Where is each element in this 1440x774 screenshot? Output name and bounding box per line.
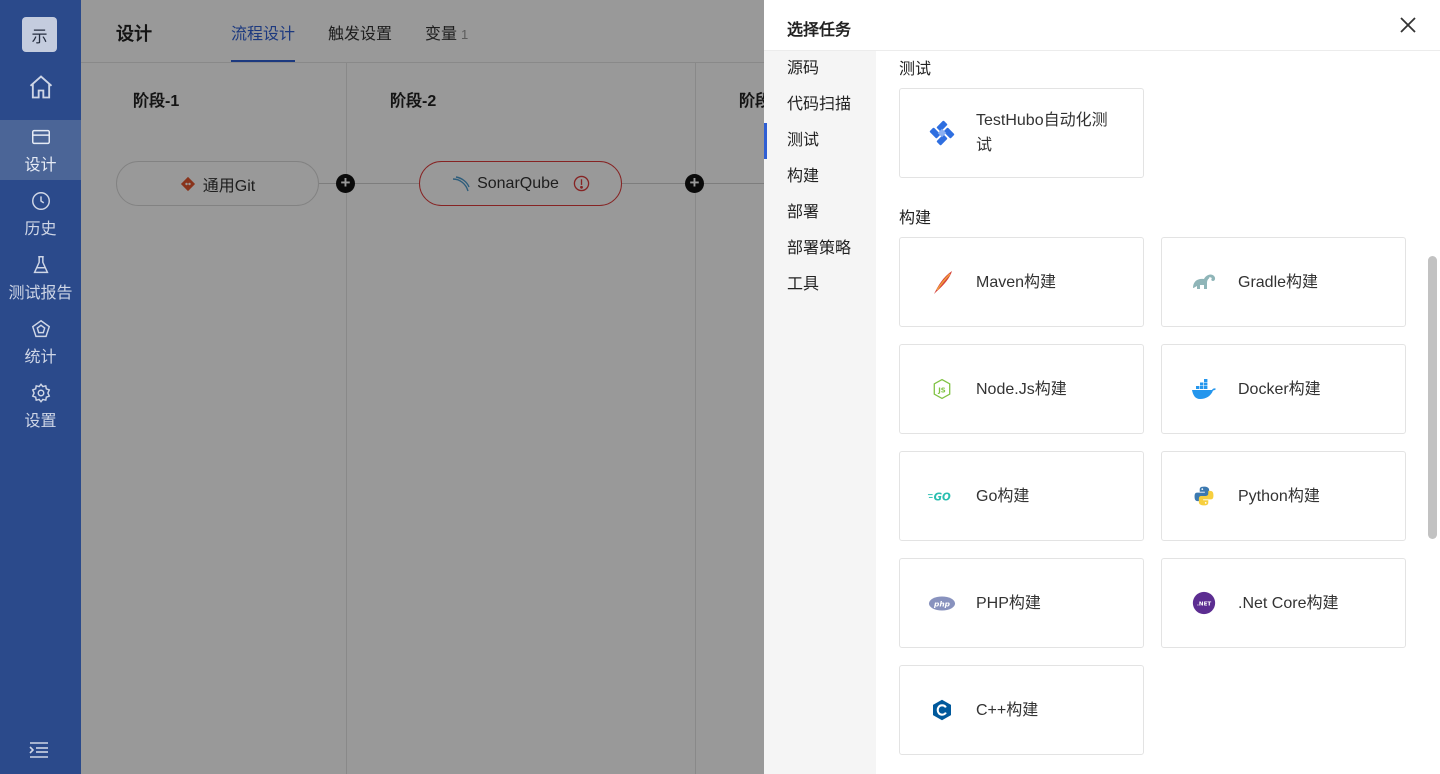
section-title: 构建: [899, 210, 932, 227]
task-card-go[interactable]: GO Go构建: [899, 451, 1144, 541]
task-card-label: Go构建: [976, 487, 1030, 505]
task-card-label: C++构建: [976, 701, 1039, 719]
section-title: 测试: [899, 61, 932, 78]
sidebar-item-design[interactable]: 设计: [0, 120, 81, 180]
task-card-label: Docker构建: [1238, 380, 1321, 398]
testhubo-icon: [926, 117, 958, 149]
category-list: 源码 代码扫描 测试 构建 部署 部署策略 工具: [764, 51, 876, 774]
category-test[interactable]: 测试: [764, 123, 876, 159]
cpp-icon: [926, 694, 958, 726]
task-card-dotnet[interactable]: .NET .Net Core构建: [1161, 558, 1406, 648]
category-tools[interactable]: 工具: [764, 267, 876, 303]
task-card-maven[interactable]: Maven构建: [899, 237, 1144, 327]
select-task-drawer: 选择任务 源码 代码扫描 测试 构建 部署 部署策略 工具 测试 TestHub…: [764, 0, 1440, 774]
flask-icon: [32, 255, 49, 273]
pentagon-icon: [31, 319, 50, 337]
app-logo[interactable]: 示: [22, 17, 57, 52]
category-source[interactable]: 源码: [764, 51, 876, 87]
maven-icon: [926, 266, 958, 298]
task-card-label: Maven构建: [976, 273, 1057, 291]
task-card-nodejs[interactable]: JS Node.Js构建: [899, 344, 1144, 434]
task-card-label: PHP构建: [976, 594, 1041, 612]
sidebar: 示 设计 历史 测试报告 统计 设置: [0, 0, 81, 774]
sidebar-item-label: 测试报告: [8, 284, 73, 302]
svg-text:JS: JS: [937, 386, 946, 394]
svg-text:GO: GO: [934, 491, 951, 503]
go-icon: GO: [926, 480, 958, 512]
nodejs-icon: JS: [926, 373, 958, 405]
svg-text:.NET: .NET: [1197, 601, 1212, 607]
category-code-scan[interactable]: 代码扫描: [764, 87, 876, 123]
sidebar-item-label: 历史: [24, 220, 57, 238]
task-card-label: TestHubo自动化测试: [976, 112, 1108, 154]
svg-text:php: php: [933, 599, 951, 608]
modal-overlay[interactable]: [81, 0, 764, 774]
home-icon: [29, 74, 52, 98]
category-deploy[interactable]: 部署: [764, 195, 876, 231]
task-card-gradle[interactable]: Gradle构建: [1161, 237, 1406, 327]
category-deploy-strategy[interactable]: 部署策略: [764, 231, 876, 267]
sidebar-item-label: 统计: [24, 348, 57, 366]
sidebar-item-test-report[interactable]: 测试报告: [0, 248, 81, 308]
card-icon: [31, 129, 50, 144]
task-list: 测试 TestHubo自动化测试 构建 Maven构建 Gradle构建 JS …: [876, 51, 1440, 774]
gear-icon: [31, 382, 50, 403]
task-card-label: .Net Core构建: [1238, 594, 1339, 612]
drawer-header: 选择任务: [764, 0, 1440, 51]
task-card-testhubo[interactable]: TestHubo自动化测试: [899, 88, 1144, 178]
sidebar-item-label: 设置: [24, 412, 57, 430]
task-card-docker[interactable]: Docker构建: [1161, 344, 1406, 434]
task-card-cpp[interactable]: C++构建: [899, 665, 1144, 755]
category-build[interactable]: 构建: [764, 159, 876, 195]
sidebar-item-label: 设计: [24, 156, 57, 174]
docker-icon: [1188, 373, 1220, 405]
clock-icon: [31, 191, 50, 210]
drawer-title: 选择任务: [787, 22, 852, 39]
sidebar-item-statistics[interactable]: 统计: [0, 312, 81, 372]
php-icon: php: [926, 587, 958, 619]
task-card-python[interactable]: Python构建: [1161, 451, 1406, 541]
collapse-menu-icon[interactable]: [29, 741, 49, 759]
close-icon[interactable]: [1398, 15, 1418, 35]
sidebar-item-history[interactable]: 历史: [0, 184, 81, 244]
task-card-label: Node.Js构建: [976, 380, 1067, 398]
task-card-label: Gradle构建: [1238, 273, 1319, 291]
task-card-label: Python构建: [1238, 487, 1320, 505]
scrollbar-thumb[interactable]: [1428, 256, 1437, 539]
sidebar-item-settings[interactable]: 设置: [0, 376, 81, 436]
dotnet-icon: .NET: [1188, 587, 1220, 619]
task-card-php[interactable]: php PHP构建: [899, 558, 1144, 648]
python-icon: [1188, 480, 1220, 512]
home-button[interactable]: [0, 60, 81, 116]
gradle-icon: [1188, 266, 1220, 298]
